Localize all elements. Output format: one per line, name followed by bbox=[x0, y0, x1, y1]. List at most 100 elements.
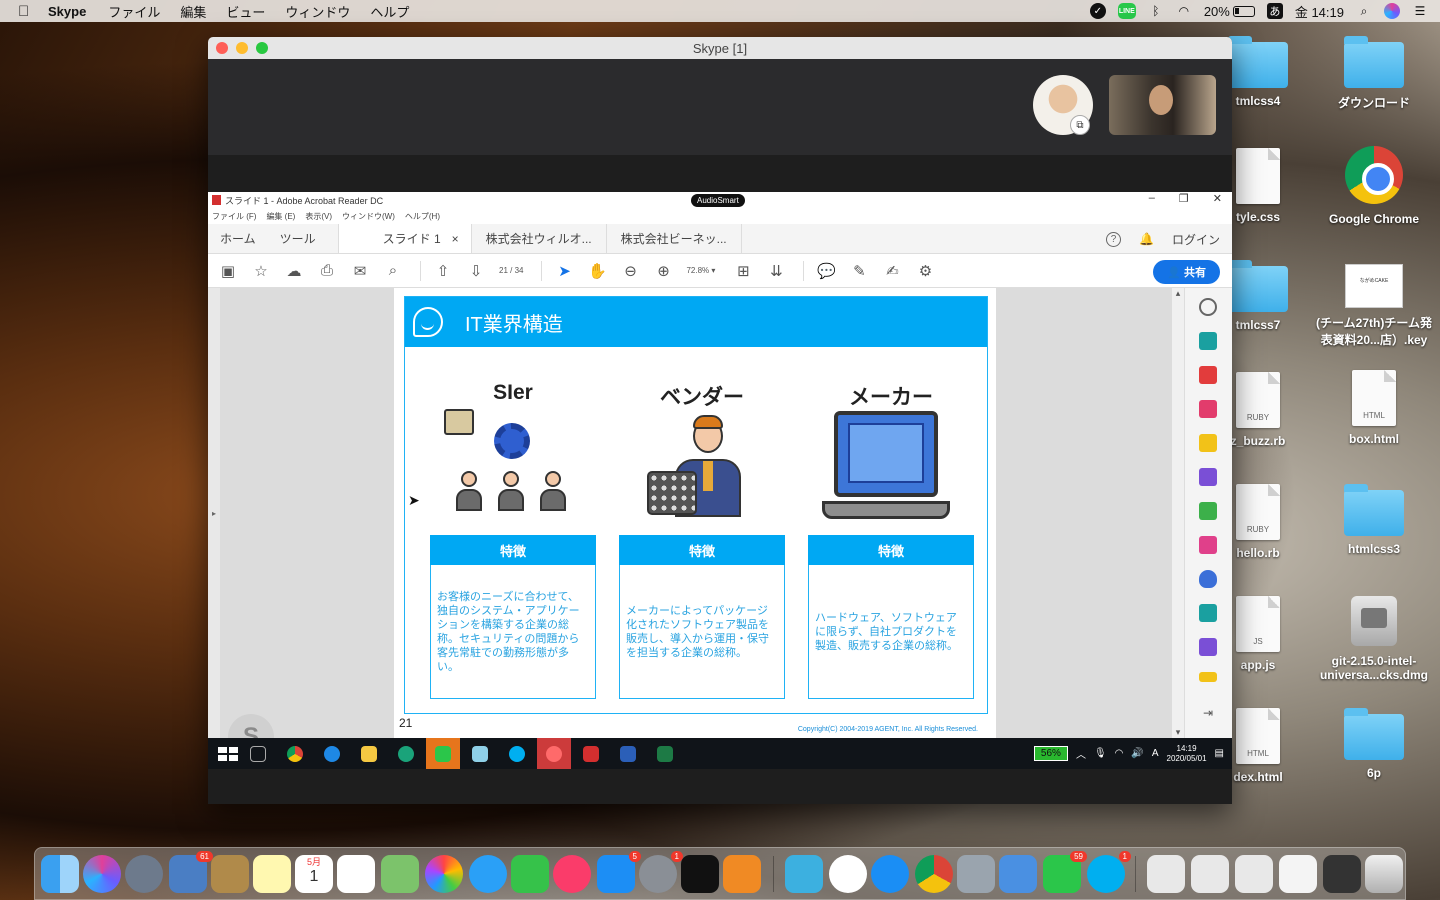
action-center-icon[interactable]: ▤ bbox=[1215, 748, 1224, 759]
at-mail-icon[interactable] bbox=[537, 738, 571, 769]
more-tools-icon[interactable] bbox=[1199, 672, 1217, 682]
tab-home[interactable]: ホーム bbox=[208, 224, 268, 253]
gif-maker-icon[interactable] bbox=[785, 855, 823, 893]
edge-icon[interactable] bbox=[315, 738, 349, 769]
login-link[interactable]: ログイン bbox=[1172, 231, 1220, 248]
input-method-icon[interactable]: あ bbox=[1266, 3, 1283, 19]
excel-icon[interactable] bbox=[648, 738, 682, 769]
next-page-icon[interactable]: ⇩ bbox=[466, 261, 486, 281]
app-store-icon[interactable]: 5 bbox=[597, 851, 641, 893]
scroll-mode-icon[interactable]: ⇊ bbox=[766, 261, 786, 281]
desktop-folder-6p[interactable]: 6p bbox=[1314, 708, 1434, 780]
skype-taskbar-icon[interactable] bbox=[500, 738, 534, 769]
more-tools-icon[interactable]: ⚙ bbox=[915, 261, 935, 281]
participant-video-thumbnail[interactable] bbox=[1109, 75, 1216, 135]
restore-icon[interactable]: ❐ bbox=[1179, 192, 1189, 205]
bluetooth-icon[interactable]: ᛒ bbox=[1148, 3, 1164, 19]
windows-clock[interactable]: 14:19 2020/05/01 bbox=[1167, 744, 1207, 764]
comment-icon[interactable]: 💬 bbox=[816, 261, 836, 281]
volume-icon[interactable]: 🔊 bbox=[1131, 748, 1143, 759]
facetime-icon[interactable] bbox=[511, 855, 549, 893]
notification-bell-icon[interactable]: 🔔 bbox=[1139, 232, 1154, 246]
battery-indicator[interactable]: 56% bbox=[1033, 746, 1068, 761]
minimized-window-thumbnail[interactable] bbox=[1191, 855, 1229, 893]
menubar-clock[interactable]: 金 14:19 bbox=[1295, 2, 1344, 21]
minimize-window-button[interactable] bbox=[236, 42, 248, 54]
previous-page-icon[interactable]: ⇧ bbox=[433, 261, 453, 281]
terminal-icon[interactable] bbox=[681, 855, 719, 893]
notes-dock-icon[interactable] bbox=[253, 855, 291, 893]
desktop-app-google-chrome[interactable]: Google Chrome bbox=[1314, 146, 1434, 226]
tab-document-3[interactable]: 株式会社ビーネッ... bbox=[607, 224, 742, 253]
combine-files-icon[interactable] bbox=[1199, 468, 1217, 486]
audiosmart-badge[interactable]: AudioSmart bbox=[691, 194, 745, 207]
acro-menu-help[interactable]: ヘルプ(H) bbox=[405, 211, 440, 222]
export-pdf-icon[interactable] bbox=[1199, 332, 1217, 350]
zoom-in-icon[interactable]: ⊕ bbox=[653, 261, 673, 281]
save-icon[interactable]: ▣ bbox=[218, 261, 238, 281]
minimized-window-thumbnail[interactable] bbox=[1279, 855, 1317, 893]
tab-active-document[interactable]: スライド 1 × bbox=[337, 224, 472, 253]
launchpad-icon[interactable] bbox=[125, 855, 163, 893]
popout-icon[interactable]: ⧉ bbox=[1070, 115, 1090, 135]
maps-icon[interactable] bbox=[381, 855, 419, 893]
mail-stamp-icon[interactable]: 61 bbox=[169, 851, 213, 893]
acro-menu-window[interactable]: ウィンドウ(W) bbox=[342, 211, 395, 222]
protect-shield-icon[interactable] bbox=[1199, 570, 1217, 588]
chrome-dock-icon[interactable] bbox=[915, 855, 953, 893]
tab-tools[interactable]: ツール bbox=[268, 224, 338, 253]
menu-file[interactable]: ファイル bbox=[108, 2, 160, 21]
skype-titlebar[interactable]: Skype [1] bbox=[208, 37, 1232, 59]
windows-start-icon[interactable] bbox=[218, 746, 238, 761]
close-tab-icon[interactable]: × bbox=[452, 232, 459, 246]
share-button[interactable]: 👤 共有 bbox=[1153, 260, 1220, 284]
siri-dock-icon[interactable] bbox=[83, 855, 121, 893]
close-window-button[interactable] bbox=[216, 42, 228, 54]
trash-icon[interactable] bbox=[1365, 855, 1403, 893]
zoom-out-icon[interactable]: ⊖ bbox=[620, 261, 640, 281]
bookmark-star-icon[interactable]: ☆ bbox=[251, 261, 271, 281]
system-preferences-icon[interactable]: 1 bbox=[639, 851, 683, 893]
finder-icon[interactable] bbox=[41, 855, 79, 893]
line-taskbar-icon[interactable] bbox=[426, 738, 460, 769]
line-dock-icon[interactable]: 59 bbox=[1043, 851, 1087, 893]
acro-menu-view[interactable]: 表示(V) bbox=[305, 211, 332, 222]
vertical-scrollbar[interactable]: ▴ ▾ bbox=[1172, 288, 1184, 738]
minimize-icon[interactable]: – bbox=[1149, 192, 1155, 205]
organize-pages-icon[interactable] bbox=[1199, 400, 1217, 418]
desktop-folder-htmlcss3[interactable]: htmlcss3 bbox=[1314, 484, 1434, 556]
keychain-icon[interactable] bbox=[957, 855, 995, 893]
comment-panel-icon[interactable] bbox=[1199, 434, 1217, 452]
highlight-pen-icon[interactable]: ✎ bbox=[849, 261, 869, 281]
messages-icon[interactable] bbox=[469, 855, 507, 893]
menu-help[interactable]: ヘルプ bbox=[370, 2, 409, 21]
search-icon[interactable]: ⌕ bbox=[383, 261, 403, 281]
print-icon[interactable]: ⎙ bbox=[317, 261, 337, 281]
menu-view[interactable]: ビュー bbox=[226, 2, 265, 21]
task-view-icon[interactable] bbox=[241, 738, 275, 769]
email-icon[interactable]: ✉ bbox=[350, 261, 370, 281]
menu-window[interactable]: ウィンドウ bbox=[285, 2, 350, 21]
help-icon[interactable]: ? bbox=[1106, 231, 1122, 247]
compress-icon[interactable] bbox=[1199, 502, 1217, 520]
menu-app-name[interactable]: Skype bbox=[48, 4, 86, 19]
safari-icon[interactable] bbox=[871, 855, 909, 893]
maps-pin-icon[interactable] bbox=[389, 738, 423, 769]
select-cursor-icon[interactable]: ➤ bbox=[554, 261, 574, 281]
collapse-panel-icon[interactable]: ⇥ bbox=[1199, 706, 1217, 724]
line-status-icon[interactable]: LINE bbox=[1117, 3, 1136, 19]
music-icon[interactable] bbox=[553, 855, 591, 893]
chrome-taskbar-icon[interactable] bbox=[278, 738, 312, 769]
checkmark-status-icon[interactable]: ✓ bbox=[1089, 3, 1106, 19]
keynote-icon[interactable] bbox=[999, 855, 1037, 893]
siri-icon[interactable] bbox=[1384, 3, 1400, 19]
desktop-file-git-dmg[interactable]: git-2.15.0-intel-universa...cks.dmg bbox=[1314, 596, 1434, 682]
tray-chevron-icon[interactable]: ︿ bbox=[1076, 746, 1086, 761]
fill-sign-icon[interactable] bbox=[1199, 536, 1217, 554]
acro-menu-file[interactable]: ファイル (F) bbox=[212, 211, 256, 222]
desktop-folder-downloads[interactable]: ダウンロード bbox=[1314, 36, 1434, 111]
acrobat-taskbar-icon[interactable] bbox=[574, 738, 608, 769]
word-icon[interactable] bbox=[611, 738, 645, 769]
scroll-up-icon[interactable]: ▴ bbox=[1176, 288, 1181, 299]
calendar-icon[interactable]: 5月 1 bbox=[295, 855, 333, 893]
